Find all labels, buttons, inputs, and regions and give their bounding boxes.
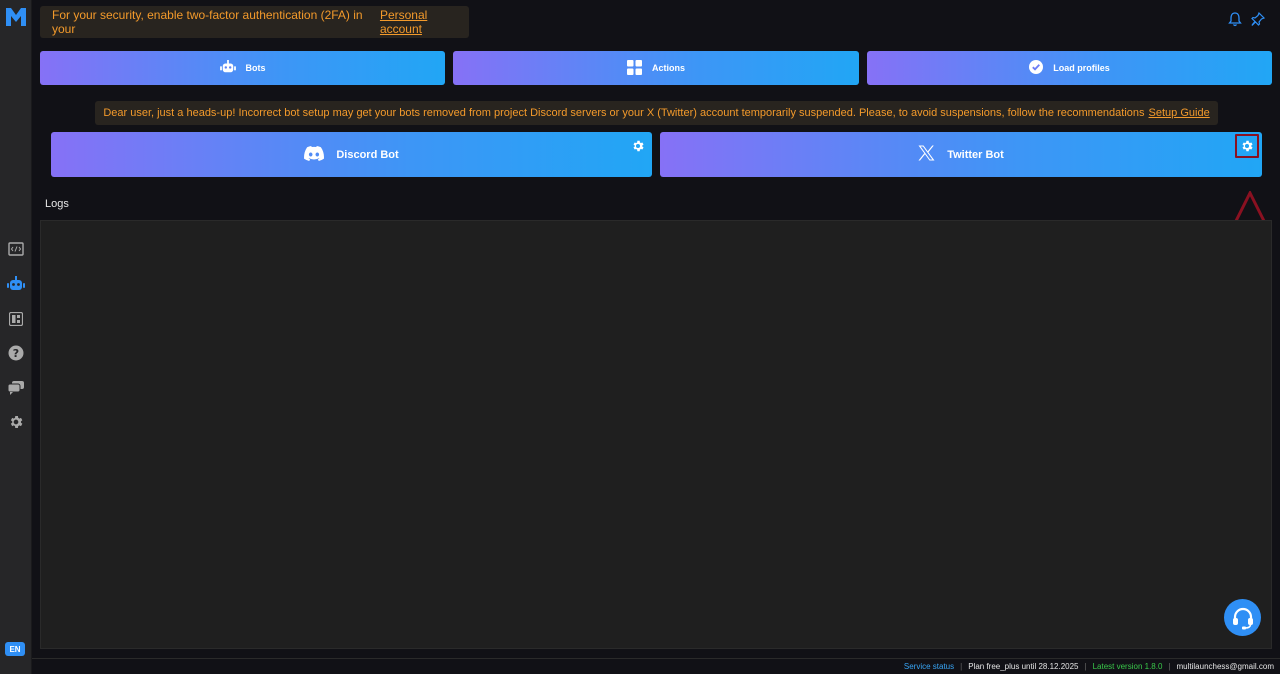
bell-icon[interactable] xyxy=(1228,12,1242,32)
logs-panel[interactable] xyxy=(40,220,1272,649)
user-email: multilaunchess@gmail.com xyxy=(1176,662,1275,671)
grid-icon xyxy=(626,59,642,77)
svg-text:?: ? xyxy=(13,347,19,360)
pin-icon[interactable] xyxy=(1251,11,1266,32)
setup-warning: Dear user, just a heads-up! Incorrect bo… xyxy=(95,101,1218,125)
discord-icon xyxy=(304,145,325,164)
sidebar: ? EN xyxy=(0,0,32,674)
footer-separator: | xyxy=(1168,662,1171,671)
version-info: Latest version 1.8.0 xyxy=(1092,662,1163,671)
app-logo[interactable] xyxy=(4,6,28,28)
discord-bot-label: Discord Bot xyxy=(336,148,399,161)
actions-button-label: Actions xyxy=(651,63,685,73)
footer-separator: | xyxy=(1084,662,1087,671)
x-logo-icon xyxy=(918,145,935,164)
status-bar: Service status | Plan free_plus until 28… xyxy=(32,658,1280,674)
language-badge[interactable]: EN xyxy=(5,642,25,656)
discord-settings-gear-icon[interactable] xyxy=(629,137,647,155)
footer-separator: | xyxy=(960,662,963,671)
robot-icon xyxy=(219,60,236,76)
plan-info: Plan free_plus until 28.12.2025 xyxy=(968,662,1079,671)
security-notice-text: For your security, enable two-factor aut… xyxy=(52,8,363,36)
dashboard-icon[interactable] xyxy=(7,310,25,328)
load-profiles-button[interactable]: Load profiles xyxy=(867,51,1272,85)
logs-label: Logs xyxy=(45,198,69,210)
twitter-bot-label: Twitter Bot xyxy=(947,148,1004,161)
twitter-bot-button[interactable]: Twitter Bot xyxy=(660,132,1262,177)
help-icon[interactable]: ? xyxy=(7,344,25,362)
service-status-link[interactable]: Service status xyxy=(904,662,954,671)
load-profiles-button-label: Load profiles xyxy=(1053,63,1110,73)
setup-guide-link[interactable]: Setup Guide xyxy=(1149,107,1210,119)
bots-button-label: Bots xyxy=(245,63,266,73)
chat-icon[interactable] xyxy=(7,379,25,397)
code-icon[interactable] xyxy=(7,240,25,258)
gear-highlight-box xyxy=(1235,134,1259,158)
support-headset-icon[interactable] xyxy=(1224,599,1261,636)
discord-bot-button[interactable]: Discord Bot xyxy=(51,132,652,177)
setup-warning-text: Dear user, just a heads-up! Incorrect bo… xyxy=(103,107,1145,119)
personal-account-link[interactable]: Personal account xyxy=(380,8,469,36)
actions-button[interactable]: Actions xyxy=(453,51,859,85)
check-circle-icon xyxy=(1029,60,1044,76)
gear-icon[interactable] xyxy=(7,413,25,431)
bots-button[interactable]: Bots xyxy=(40,51,445,85)
security-notice: For your security, enable two-factor aut… xyxy=(40,6,469,38)
robot-icon[interactable] xyxy=(7,275,25,293)
